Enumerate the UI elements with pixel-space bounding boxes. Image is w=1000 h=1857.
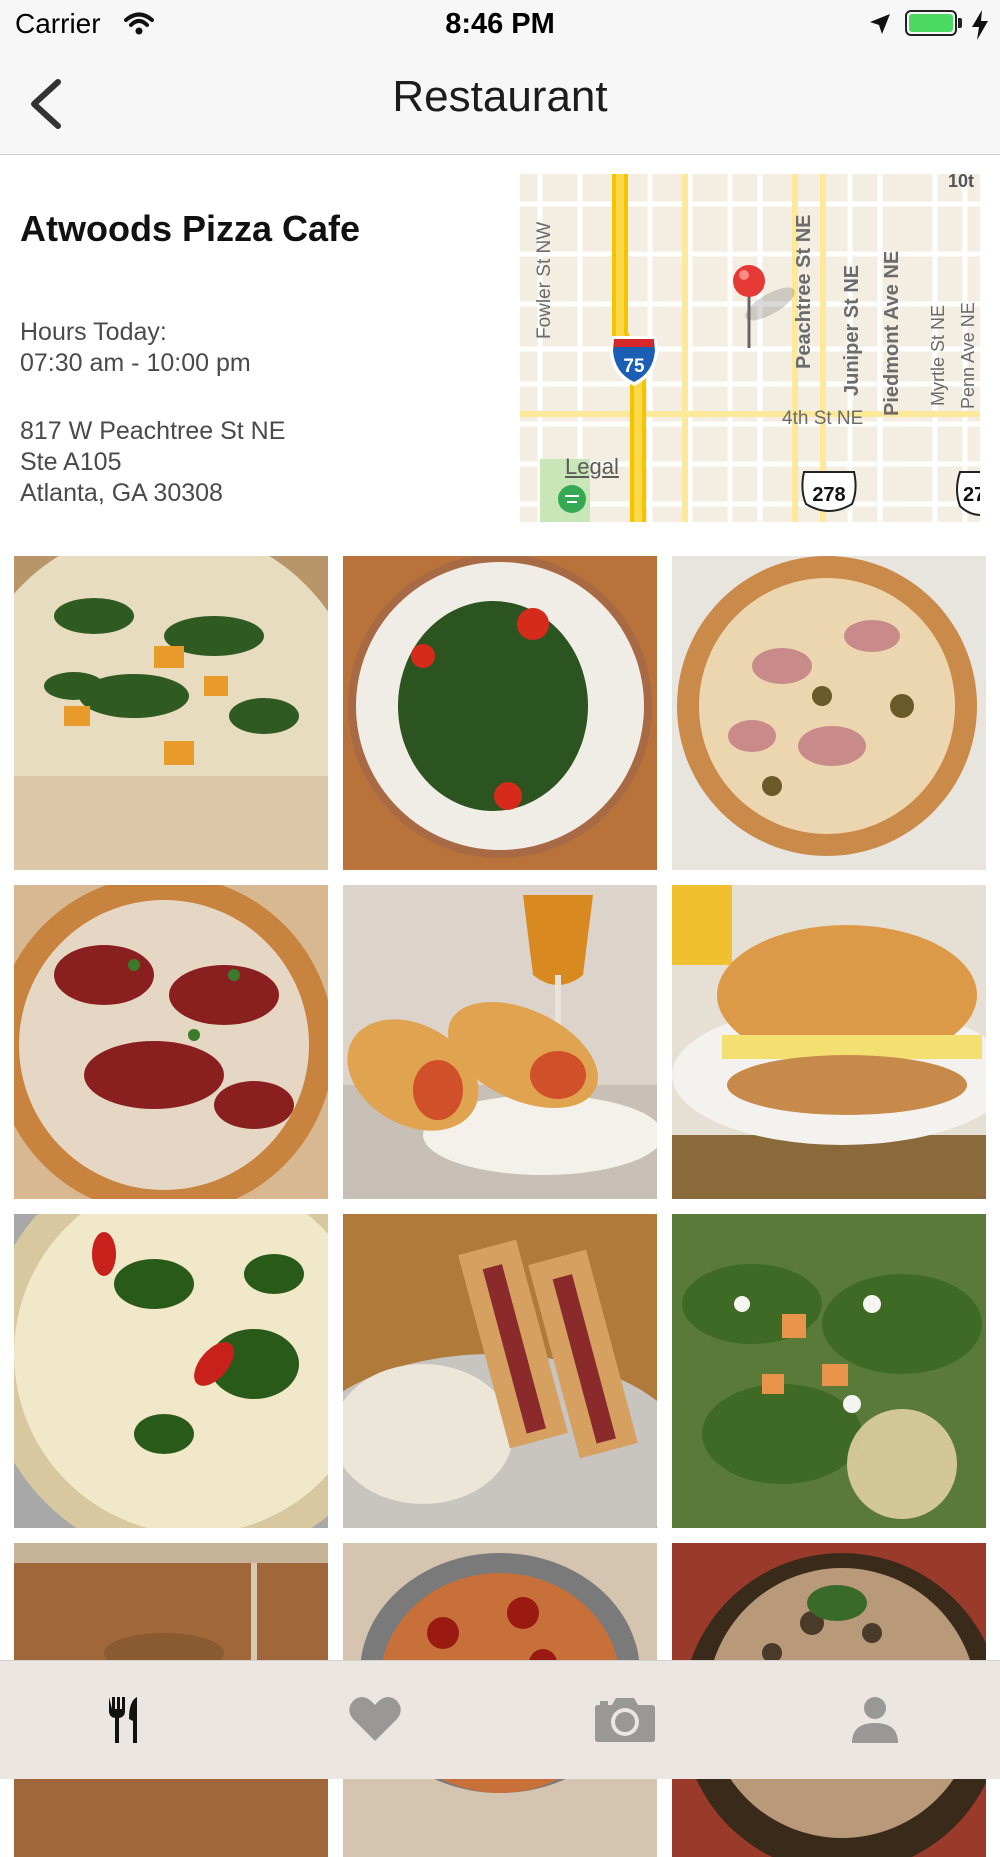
- map-view[interactable]: Fowler St NW Peachtree St NE Juniper St …: [520, 174, 980, 522]
- tab-favorites[interactable]: [250, 1661, 500, 1779]
- camera-icon: [595, 1698, 655, 1742]
- map-label-myrtle: Myrtle St NE: [928, 305, 948, 406]
- photo-pizza-bbq-prosciutto[interactable]: [14, 885, 328, 1199]
- hours-label: Hours Today:: [20, 318, 167, 346]
- us-278-shield: 278: [801, 471, 857, 512]
- map-label-fowler: Fowler St NW: [534, 222, 555, 339]
- tab-camera[interactable]: [500, 1661, 750, 1779]
- tab-bar: [0, 1660, 1000, 1779]
- photo-kale-salad-plate[interactable]: [343, 556, 657, 870]
- map-label-penn: Penn Ave NE: [958, 302, 978, 409]
- us-route-shield-partial: 27: [956, 471, 980, 516]
- status-time: 8:46 PM: [445, 8, 555, 40]
- battery-icon: [905, 10, 963, 38]
- heart-icon: [349, 1696, 401, 1741]
- location-arrow-icon: [870, 14, 890, 34]
- address-line-1: 817 W Peachtree St NE: [20, 417, 286, 445]
- photo-reuben-sandwich-potato-salad[interactable]: [343, 1214, 657, 1528]
- battery-level: [909, 14, 953, 32]
- tab-profile[interactable]: [750, 1661, 1000, 1779]
- status-bar: Carrier 8:46 PM: [0, 0, 1000, 50]
- fork-knife-icon: [109, 1697, 137, 1743]
- navigation-bar: Restaurant: [0, 50, 1000, 155]
- restaurant-name: Atwoods Pizza Cafe: [20, 208, 361, 249]
- map-label-peachtree: Peachtree St NE: [793, 214, 815, 369]
- person-icon: [852, 1697, 898, 1743]
- svg-text:278: 278: [812, 484, 845, 506]
- photo-stuffed-bread-beer[interactable]: [343, 885, 657, 1199]
- map-label-10th: 10t: [948, 174, 974, 191]
- svg-text:27: 27: [963, 484, 980, 506]
- charging-bolt-icon: [972, 10, 988, 40]
- photo-pizza-ham-artichoke[interactable]: [672, 556, 986, 870]
- map-label-piedmont: Piedmont Ave NE: [881, 251, 903, 416]
- map-label-juniper: Juniper St NE: [841, 265, 863, 396]
- page-title: Restaurant: [392, 72, 608, 121]
- map-legal-link[interactable]: Legal: [565, 454, 619, 480]
- address-line-3: Atlanta, GA 30308: [20, 479, 223, 507]
- address-line-2: Ste A105: [20, 448, 122, 476]
- photo-pizza-broccoli-peppers[interactable]: [14, 1214, 328, 1528]
- photo-croissant-sandwich[interactable]: [672, 885, 986, 1199]
- photo-arugula-salad[interactable]: [672, 1214, 986, 1528]
- hours-value: 07:30 am - 10:00 pm: [20, 349, 251, 377]
- tab-restaurants[interactable]: [0, 1661, 250, 1779]
- map-label-4th: 4th St NE: [782, 408, 863, 429]
- photo-pizza-spinach-squash[interactable]: [14, 556, 328, 870]
- svg-text:75: 75: [623, 356, 645, 377]
